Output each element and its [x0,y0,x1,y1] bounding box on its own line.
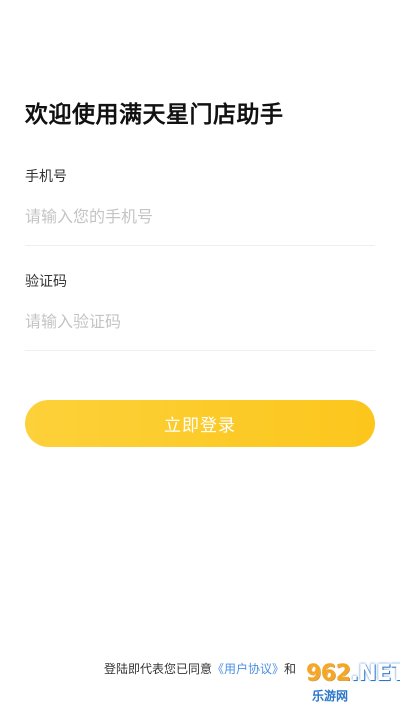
watermark-numbers: 962 [306,661,351,686]
phone-divider [25,245,375,246]
agreement-prefix: 登陆即代表您已同意 [103,662,212,676]
verification-code-label: 验证码 [25,274,67,290]
phone-label: 手机号 [25,169,67,185]
verification-code-input[interactable] [25,303,375,339]
watermark-subtitle: 乐游网 [312,689,349,703]
code-divider [25,350,375,351]
phone-input[interactable] [25,198,375,234]
watermark-logo: 962.NET 乐游网 [262,661,400,705]
login-page: 欢迎使用满天星门店助手 手机号 验证码 立即登录 登陆即代表您已同意《用户协议》… [0,0,400,711]
watermark-suffix: .NET [350,661,400,686]
login-button[interactable]: 立即登录 [25,400,375,447]
page-title: 欢迎使用满天星门店助手 [25,102,284,128]
watermark-brand: 962.NET [306,661,400,686]
